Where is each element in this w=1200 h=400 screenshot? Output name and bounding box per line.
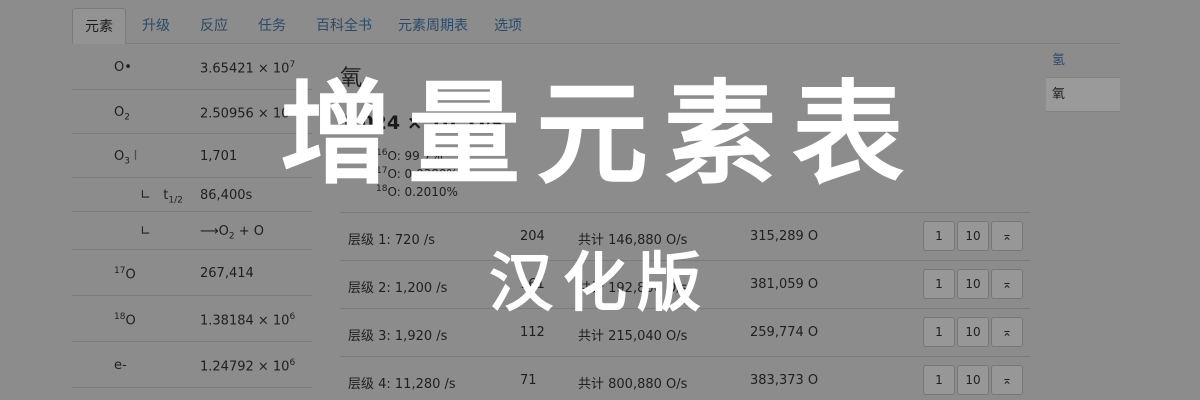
buy-10-button[interactable]: 10: [957, 365, 989, 395]
tier-count: 204: [520, 229, 545, 244]
tier-cost: 315,289 O: [750, 229, 819, 244]
tier-rate: 层级 4: 11,280 /s: [348, 377, 456, 392]
tab-options[interactable]: 选项: [482, 8, 534, 44]
tab-elements[interactable]: 元素: [72, 8, 126, 44]
tier-count: 112: [520, 325, 545, 340]
tab-encyclopedia[interactable]: 百科全书: [304, 8, 384, 44]
resource-row: e- 1.24792 × 106: [72, 342, 312, 388]
game-screen: 元素 升级 反应 任务 百科全书 元素周期表 选项 O• 3.65421 × 1…: [0, 0, 1200, 400]
resource-name: e-: [114, 358, 127, 373]
promo-subtitle: 汉化版: [489, 247, 711, 321]
tier-cost: 383,373 O: [750, 373, 819, 388]
tab-upgrades[interactable]: 升级: [130, 8, 182, 44]
tier-total: 共计 800,880 O/s: [578, 377, 688, 392]
decay-product: ⟶O2 + O: [200, 224, 264, 242]
resource-value: 1.24792 × 106: [200, 358, 296, 375]
decay-label: ∟: [140, 224, 151, 239]
tab-periodic-table[interactable]: 元素周期表: [386, 8, 480, 44]
tier-rate: 层级 3: 1,920 /s: [348, 329, 448, 344]
promo-title: 增量元素表: [280, 70, 920, 200]
tier-total: 共计 215,040 O/s: [578, 329, 688, 344]
tier-cost: 259,774 O: [750, 325, 819, 340]
tier-count: 71: [520, 373, 537, 388]
tab-tasks[interactable]: 任务: [246, 8, 298, 44]
buy-1-button[interactable]: 1: [923, 365, 955, 395]
tab-reactions[interactable]: 反应: [188, 8, 240, 44]
generator-tier-row: 层级 4: 11,280 /s 71 共计 800,880 O/s 383,37…: [340, 356, 1030, 400]
main-tab-bar: 元素 升级 反应 任务 百科全书 元素周期表 选项: [72, 8, 1120, 44]
buy-max-button[interactable]: ⌅: [991, 365, 1023, 395]
